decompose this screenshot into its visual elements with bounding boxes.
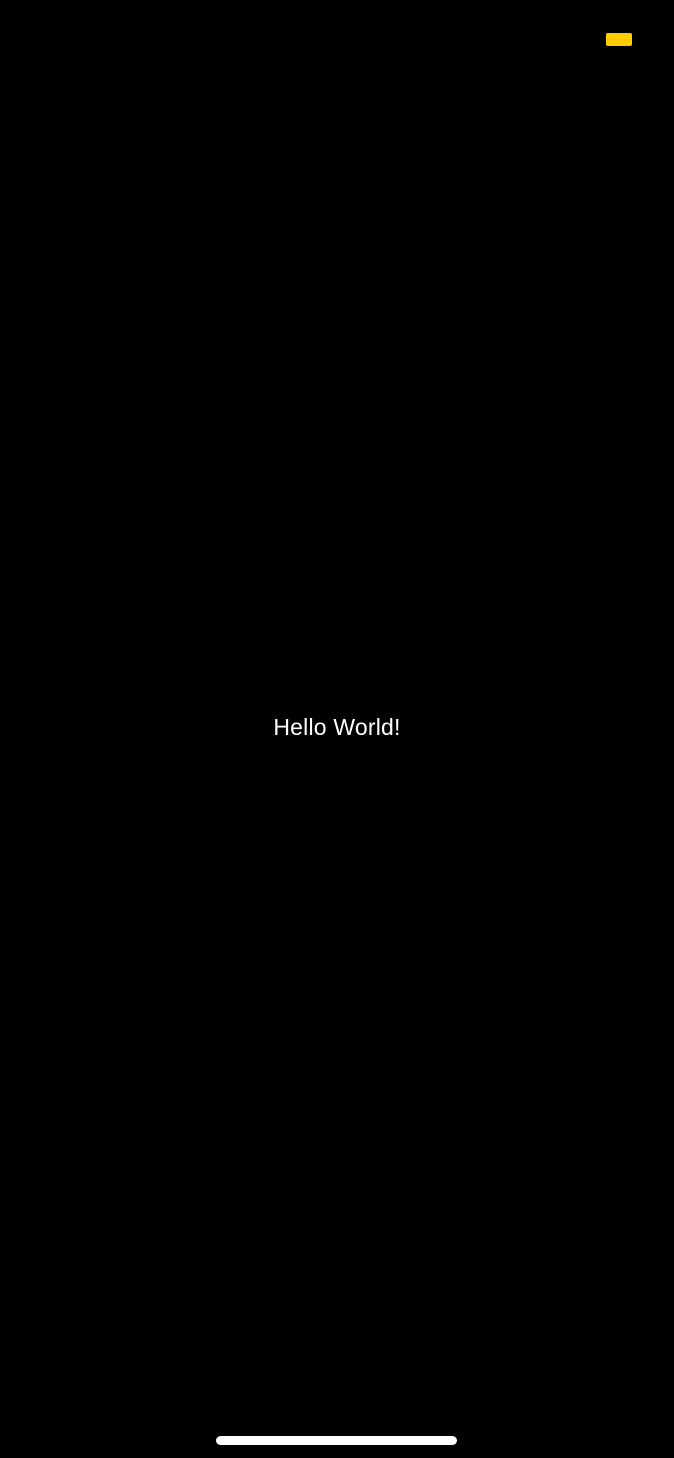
home-indicator[interactable]	[216, 1436, 457, 1445]
app-screen: Hello World!	[0, 0, 674, 1458]
main-content: Hello World!	[0, 80, 674, 1378]
status-bar	[0, 0, 674, 80]
battery-icon	[606, 33, 632, 46]
greeting-label: Hello World!	[273, 713, 401, 740]
